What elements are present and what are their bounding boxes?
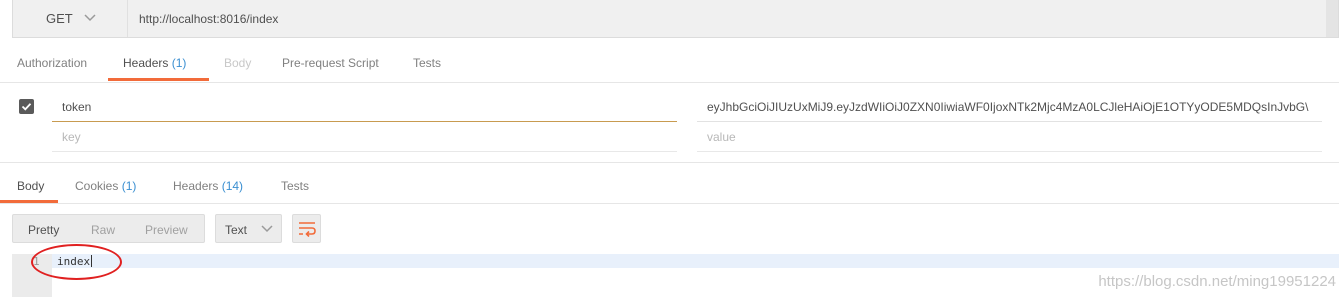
response-type-label: Text — [225, 223, 248, 237]
tab-headers-label: Headers — [123, 56, 169, 70]
red-circle-annotation — [31, 244, 122, 280]
tab-tests[interactable]: Tests — [413, 56, 441, 70]
wrap-line-button[interactable] — [292, 214, 321, 243]
response-type-dropdown[interactable]: Text — [215, 214, 282, 243]
checkmark-icon — [21, 103, 32, 111]
url-bar: GET — [12, 0, 1339, 38]
value-placeholder: value — [707, 130, 736, 144]
url-scrollbar[interactable] — [1326, 0, 1338, 37]
header-enabled-checkbox[interactable] — [19, 99, 34, 114]
chevron-down-icon — [261, 225, 273, 233]
pretty-button[interactable]: Pretty — [28, 223, 59, 237]
request-tabs: Authorization Headers (1) Body Pre-reque… — [0, 46, 1339, 83]
tab-pre-request-script[interactable]: Pre-request Script — [282, 56, 379, 70]
chevron-down-icon — [84, 14, 96, 22]
tab-headers-count: (1) — [171, 56, 187, 70]
active-response-tab-indicator — [0, 200, 58, 203]
tab-response-headers-label: Headers — [173, 179, 219, 193]
header-key-field[interactable]: token — [52, 92, 677, 122]
header-key: token — [62, 100, 92, 114]
method-label: GET — [46, 11, 73, 26]
new-header-key-field[interactable]: key — [52, 122, 677, 152]
header-value-field[interactable]: eyJhbGciOiJIUzUxMiJ9.eyJzdWIiOiJ0ZXN0Iiw… — [697, 92, 1322, 122]
view-mode-group: Pretty Raw Preview — [12, 214, 205, 243]
url-input[interactable] — [129, 0, 1324, 37]
tab-response-body[interactable]: Body — [17, 179, 44, 193]
active-line-highlight — [52, 254, 1339, 268]
wrap-lines-icon — [299, 222, 316, 237]
active-tab-indicator — [108, 78, 209, 81]
preview-button[interactable]: Preview — [145, 223, 188, 237]
watermark: https://blog.csdn.net/ming19951224 — [1098, 273, 1336, 290]
tab-response-tests[interactable]: Tests — [281, 179, 309, 193]
tab-cookies-count: (1) — [121, 179, 137, 193]
raw-button[interactable]: Raw — [91, 223, 115, 237]
tab-response-headers-count: (14) — [221, 179, 244, 193]
header-row: token eyJhbGciOiJIUzUxMiJ9.eyJzdWIiOiJ0Z… — [0, 92, 1339, 122]
tab-authorization[interactable]: Authorization — [17, 56, 87, 70]
header-value: eyJhbGciOiJIUzUxMiJ9.eyJzdWIiOiJ0ZXN0Iiw… — [707, 100, 1309, 114]
new-header-value-field[interactable]: value — [697, 122, 1322, 152]
tab-headers[interactable]: Headers (1) — [123, 56, 186, 70]
tab-body[interactable]: Body — [224, 56, 251, 70]
method-dropdown[interactable]: GET — [13, 0, 128, 37]
response-tabs: Body Cookies (1) Headers (14) Tests — [0, 162, 1339, 204]
header-row-new: key value — [0, 122, 1339, 152]
tab-response-headers[interactable]: Headers (14) — [173, 179, 243, 193]
tab-cookies[interactable]: Cookies (1) — [75, 179, 136, 193]
tab-cookies-label: Cookies — [75, 179, 119, 193]
key-placeholder: key — [62, 130, 81, 144]
